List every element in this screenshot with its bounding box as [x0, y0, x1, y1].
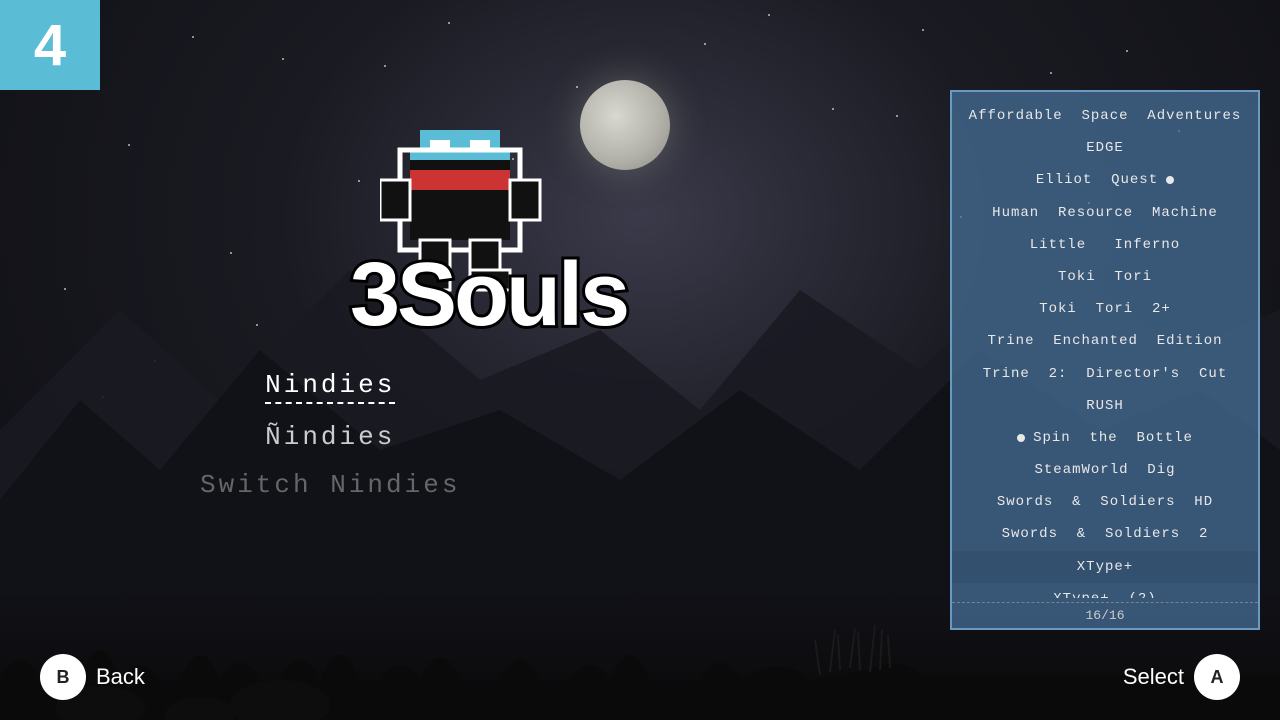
item-label: XType+ (2) — [1053, 590, 1156, 598]
list-item[interactable]: XType+ (2) — [952, 583, 1258, 598]
item-label: Toki Tori — [1058, 268, 1152, 286]
list-item[interactable]: Swords & Soldiers HD — [952, 486, 1258, 518]
list-item[interactable]: Toki Tori — [952, 261, 1258, 293]
a-button-circle: A — [1194, 654, 1240, 700]
item-label: Spin the Bottle — [1033, 429, 1193, 447]
list-item[interactable]: Trine Enchanted Edition — [952, 325, 1258, 357]
list-item[interactable]: Spin the Bottle — [952, 422, 1258, 454]
item-label: RUSH — [1086, 397, 1124, 415]
list-item[interactable]: RUSH — [952, 390, 1258, 422]
game-list-scroll[interactable]: Affordable Space Adventures EDGE Elliot … — [952, 92, 1258, 598]
menu-item-switch-nindies[interactable]: Switch Nindies — [200, 470, 460, 500]
list-item[interactable]: Affordable Space Adventures — [952, 100, 1258, 132]
item-label: Trine 2: Director's Cut — [983, 365, 1227, 383]
select-button[interactable]: Select A — [1123, 654, 1240, 700]
list-item[interactable]: Swords & Soldiers 2 — [952, 518, 1258, 550]
item-label: Swords & Soldiers HD — [997, 493, 1213, 511]
item-label: Elliot Quest — [1036, 171, 1158, 189]
item-label: Swords & Soldiers 2 — [1002, 525, 1209, 543]
list-item[interactable]: Elliot Quest — [952, 164, 1258, 196]
menu-options: Nindies Ñindies Switch Nindies — [200, 370, 460, 500]
game-logo: 3Souls — [340, 240, 770, 340]
number-badge: 4 — [0, 0, 100, 90]
menu-item-nindies-es[interactable]: Ñindies — [265, 422, 395, 452]
list-item[interactable]: EDGE — [952, 132, 1258, 164]
b-button-circle: B — [40, 654, 86, 700]
game-list-panel: Affordable Space Adventures EDGE Elliot … — [950, 90, 1260, 630]
menu-item-nindies[interactable]: Nindies — [265, 370, 395, 404]
list-item[interactable]: Trine 2: Director's Cut — [952, 358, 1258, 390]
item-label: Toki Tori 2+ — [1039, 300, 1171, 318]
list-item[interactable]: Human Resource Machine — [952, 197, 1258, 229]
bottom-bar: B Back Select A — [0, 654, 1280, 700]
item-label: Little Inferno — [1030, 236, 1180, 254]
list-counter: 16/16 — [952, 602, 1258, 628]
list-item[interactable]: Little Inferno — [952, 229, 1258, 261]
list-item[interactable]: Toki Tori 2+ — [952, 293, 1258, 325]
dot-indicator — [1017, 434, 1025, 442]
item-label: EDGE — [1086, 139, 1124, 157]
dot-indicator — [1166, 176, 1174, 184]
item-label: SteamWorld Dig — [1034, 461, 1175, 479]
list-item[interactable]: SteamWorld Dig — [952, 454, 1258, 486]
item-label: XType+ — [1077, 558, 1133, 576]
list-item-selected[interactable]: XType+ — [952, 551, 1258, 583]
badge-number: 4 — [34, 12, 66, 79]
item-label: Human Resource Machine — [992, 204, 1218, 222]
item-label: Affordable Space Adventures — [969, 107, 1242, 125]
back-button[interactable]: B Back — [40, 654, 145, 700]
select-label: Select — [1123, 664, 1184, 690]
back-label: Back — [96, 664, 145, 690]
item-label: Trine Enchanted Edition — [987, 332, 1222, 350]
svg-text:3Souls: 3Souls — [350, 245, 627, 340]
